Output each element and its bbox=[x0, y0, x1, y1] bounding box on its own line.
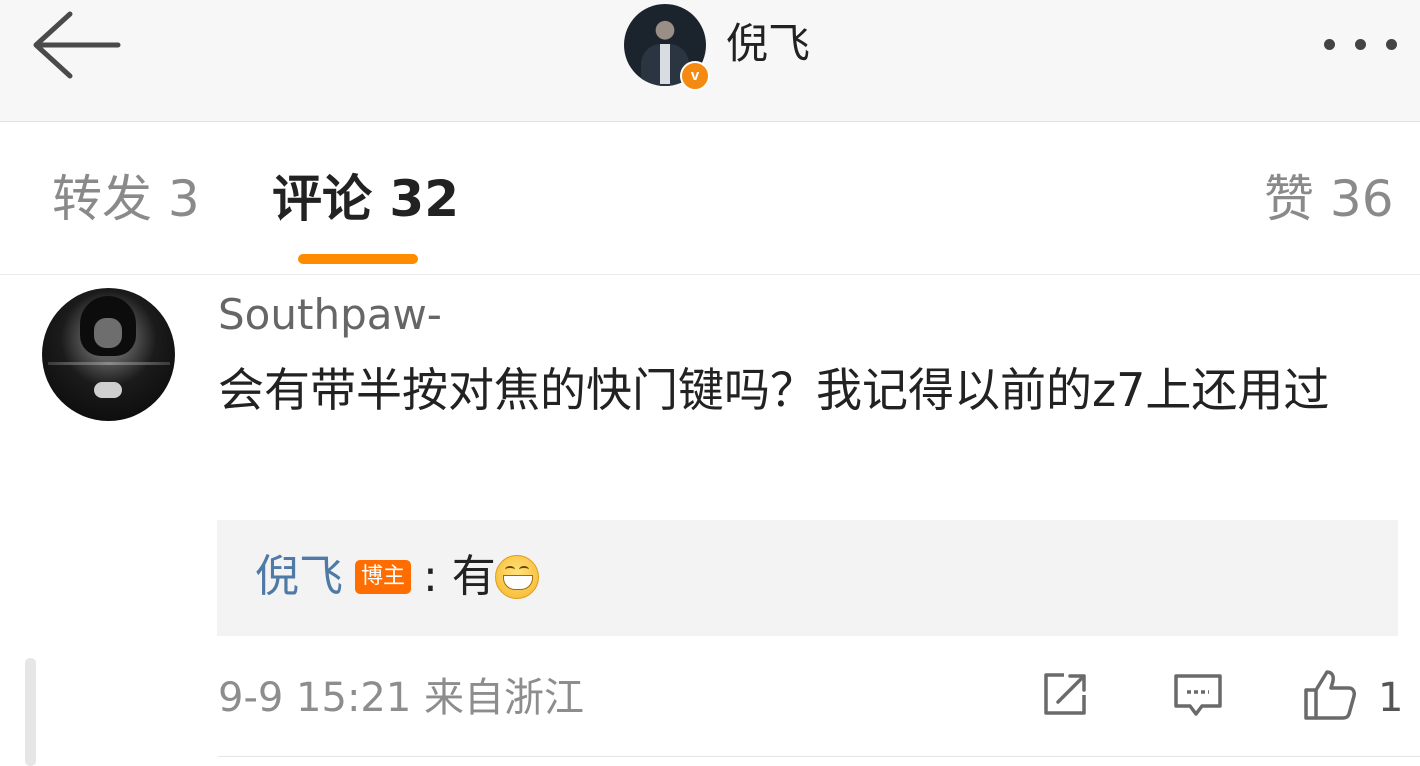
arrow-left-icon bbox=[33, 11, 121, 79]
more-dots-icon bbox=[1324, 39, 1335, 50]
page-title: 倪飞 bbox=[726, 19, 811, 68]
commenter-avatar[interactable] bbox=[42, 288, 175, 421]
back-button[interactable] bbox=[28, 8, 128, 82]
comment-meta: 9-9 15:21 来自浙江 bbox=[218, 675, 585, 721]
tab-reposts[interactable]: 转发 3 bbox=[52, 168, 200, 230]
reply-comment-button[interactable] bbox=[1172, 668, 1224, 724]
tab-comments[interactable]: 评论 32 bbox=[272, 168, 459, 230]
top-bar bbox=[0, 0, 1420, 122]
more-button[interactable] bbox=[1316, 30, 1406, 58]
reply-author[interactable]: 倪飞 bbox=[255, 548, 343, 606]
divider bbox=[0, 274, 1420, 275]
active-tab-indicator bbox=[298, 254, 418, 264]
comment-icon bbox=[1174, 674, 1222, 716]
reply-text: : 有 bbox=[423, 551, 496, 602]
reply-box[interactable]: 倪飞 博主 : 有 bbox=[217, 520, 1398, 636]
share-button[interactable] bbox=[1040, 668, 1092, 724]
thumbs-up-icon bbox=[1304, 670, 1356, 720]
like-button[interactable] bbox=[1302, 668, 1358, 726]
tab-likes[interactable]: 赞 36 bbox=[1264, 168, 1394, 230]
comment-text: 会有带半按对焦的快门键吗？我记得以前的z7上还用过 bbox=[218, 363, 1330, 417]
like-count: 1 bbox=[1378, 675, 1404, 721]
author-badge: 博主 bbox=[355, 560, 411, 594]
divider bbox=[218, 756, 1420, 757]
comment-username[interactable]: Southpaw- bbox=[218, 288, 442, 342]
grin-emoji-icon bbox=[495, 555, 539, 599]
verified-badge-icon: v bbox=[680, 61, 710, 91]
share-icon bbox=[1044, 673, 1086, 715]
scroll-indicator bbox=[25, 658, 36, 766]
